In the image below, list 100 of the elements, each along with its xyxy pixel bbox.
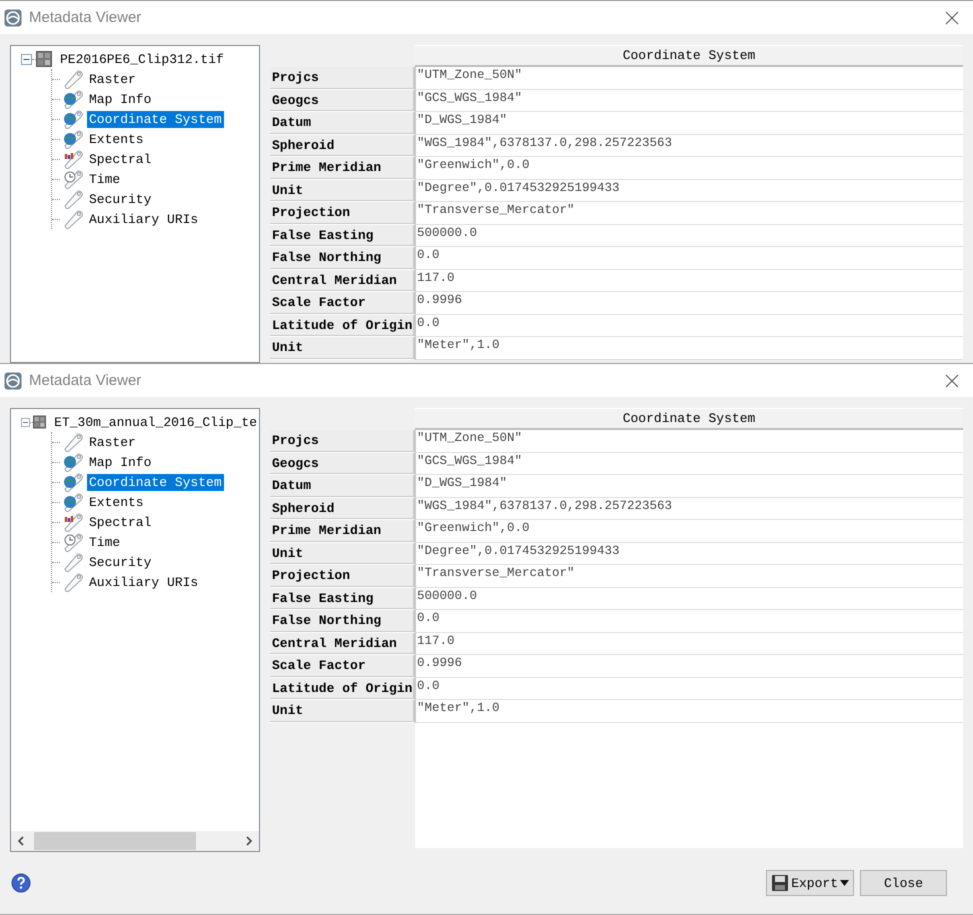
tree-item[interactable]: Coordinate System bbox=[87, 110, 224, 128]
globe-tag-icon bbox=[62, 472, 84, 492]
row-header: Spheroid bbox=[270, 498, 416, 520]
table-cell: "D_WGS_1984" bbox=[416, 475, 963, 498]
table-cell: 500000.0 bbox=[416, 224, 963, 247]
tree-item[interactable]: Auxiliary URIs bbox=[87, 210, 200, 228]
row-header: Geogcs bbox=[270, 90, 416, 112]
table-cell: "GCS_WGS_1984" bbox=[416, 452, 963, 475]
table-cell: 117.0 bbox=[416, 270, 963, 292]
app-icon bbox=[4, 8, 22, 26]
table-cell: 0.0 bbox=[416, 610, 963, 632]
tree-item[interactable]: Security bbox=[87, 554, 154, 570]
table-cell: "GCS_WGS_1984" bbox=[416, 90, 963, 112]
row-header: Prime Meridian bbox=[270, 157, 416, 180]
table-cell: "Meter",1.0 bbox=[416, 700, 963, 722]
spectrum-tag-icon bbox=[62, 149, 84, 169]
collapse-icon[interactable] bbox=[21, 54, 32, 64]
app-icon bbox=[4, 372, 22, 390]
row-header: Unit bbox=[270, 542, 416, 565]
scrollbar-thumb[interactable] bbox=[34, 832, 196, 850]
table-cell: 0.0 bbox=[416, 678, 963, 700]
tree-item[interactable]: Auxiliary URIs bbox=[87, 574, 200, 590]
save-icon bbox=[771, 874, 790, 892]
table-cell: 0.0 bbox=[416, 247, 963, 270]
collapse-icon[interactable] bbox=[21, 416, 30, 428]
row-header: False Northing bbox=[270, 610, 416, 632]
table-cell: "Meter",1.0 bbox=[416, 337, 963, 360]
row-header: Projcs bbox=[270, 67, 416, 90]
tree-item[interactable]: Spectral bbox=[87, 514, 154, 530]
tag-icon bbox=[62, 189, 84, 209]
globe-tag-icon bbox=[62, 129, 84, 149]
tree-item[interactable]: Security bbox=[87, 190, 154, 208]
tag-icon bbox=[62, 432, 84, 452]
help-icon[interactable] bbox=[11, 873, 31, 893]
tree-item[interactable]: Time bbox=[87, 534, 122, 550]
tag-icon bbox=[62, 209, 84, 229]
row-header: Latitude of Origin bbox=[270, 314, 416, 337]
export-menu-button[interactable]: Export bbox=[766, 870, 854, 896]
tree-item[interactable]: Map Info bbox=[87, 90, 154, 108]
row-header: Unit bbox=[270, 700, 416, 722]
close-button[interactable]: Close bbox=[860, 870, 947, 896]
tree-item[interactable]: Raster bbox=[87, 434, 138, 450]
row-header: False Easting bbox=[270, 224, 416, 247]
clock-tag-icon bbox=[62, 532, 84, 552]
window-title: Metadata Viewer bbox=[29, 9, 142, 26]
row-header: Geogcs bbox=[270, 452, 416, 475]
caret-icon bbox=[840, 880, 849, 886]
table-cell: "Degree",0.0174532925199433 bbox=[416, 542, 963, 565]
column-header[interactable]: Coordinate System bbox=[415, 45, 963, 67]
row-header: Scale Factor bbox=[270, 292, 416, 314]
table-cell: "Degree",0.0174532925199433 bbox=[416, 180, 963, 202]
table-cell: "Transverse_Mercator" bbox=[416, 565, 963, 588]
horizontal-scrollbar[interactable] bbox=[11, 831, 259, 851]
tree-item[interactable]: Extents bbox=[87, 494, 146, 510]
row-header: Datum bbox=[270, 112, 416, 134]
row-header: False Easting bbox=[270, 588, 416, 610]
row-header: Projection bbox=[270, 202, 416, 224]
row-header: Unit bbox=[270, 337, 416, 360]
table-cell: "WGS_1984",6378137.0,298.257223563 bbox=[416, 134, 963, 157]
tree-item[interactable]: Coordinate System bbox=[87, 474, 224, 490]
tree-item[interactable]: Spectral bbox=[87, 150, 154, 168]
raster-file-icon bbox=[33, 414, 46, 430]
tree-item[interactable]: Map Info bbox=[87, 454, 154, 470]
tag-icon bbox=[62, 69, 84, 89]
table-cell: 0.0 bbox=[416, 314, 963, 337]
table-cell: "WGS_1984",6378137.0,298.257223563 bbox=[416, 498, 963, 520]
table-cell: "Transverse_Mercator" bbox=[416, 202, 963, 224]
globe-tag-icon bbox=[62, 492, 84, 512]
table-cell: 500000.0 bbox=[416, 588, 963, 610]
column-header[interactable]: Coordinate System bbox=[415, 408, 963, 430]
table-cell: 117.0 bbox=[416, 632, 963, 655]
row-header: Central Meridian bbox=[270, 270, 416, 292]
row-header: Projection bbox=[270, 565, 416, 588]
tree-item[interactable]: Extents bbox=[87, 130, 146, 148]
row-header: False Northing bbox=[270, 247, 416, 270]
row-header: Prime Meridian bbox=[270, 520, 416, 542]
table-cell: 0.9996 bbox=[416, 655, 963, 678]
row-header: Datum bbox=[270, 475, 416, 498]
table-cell: 0.9996 bbox=[416, 292, 963, 314]
globe-tag-icon bbox=[62, 89, 84, 109]
table-cell: "UTM_Zone_50N" bbox=[416, 67, 963, 90]
row-header: Latitude of Origin bbox=[270, 678, 416, 700]
tree-root-item[interactable]: PE2016PE6_Clip312.tif bbox=[58, 50, 226, 68]
spectrum-tag-icon bbox=[62, 512, 84, 532]
row-header: Projcs bbox=[270, 430, 416, 452]
tree-item[interactable]: Raster bbox=[87, 70, 138, 88]
close-icon[interactable] bbox=[945, 10, 959, 24]
row-header: Spheroid bbox=[270, 134, 416, 157]
table-cell: "UTM_Zone_50N" bbox=[416, 430, 963, 452]
window-title: Metadata Viewer bbox=[29, 372, 142, 389]
globe-tag-icon bbox=[62, 109, 84, 129]
tree-root-item[interactable]: ET_30m_annual_2016_Clip_te bbox=[52, 414, 259, 430]
table-cell: "Greenwich",0.0 bbox=[416, 157, 963, 180]
close-icon[interactable] bbox=[945, 374, 959, 388]
row-header: Scale Factor bbox=[270, 655, 416, 678]
table-cell: "D_WGS_1984" bbox=[416, 112, 963, 134]
tag-icon bbox=[62, 552, 84, 572]
tree-item[interactable]: Time bbox=[87, 170, 122, 188]
globe-tag-icon bbox=[62, 452, 84, 472]
raster-file-icon bbox=[36, 51, 52, 67]
